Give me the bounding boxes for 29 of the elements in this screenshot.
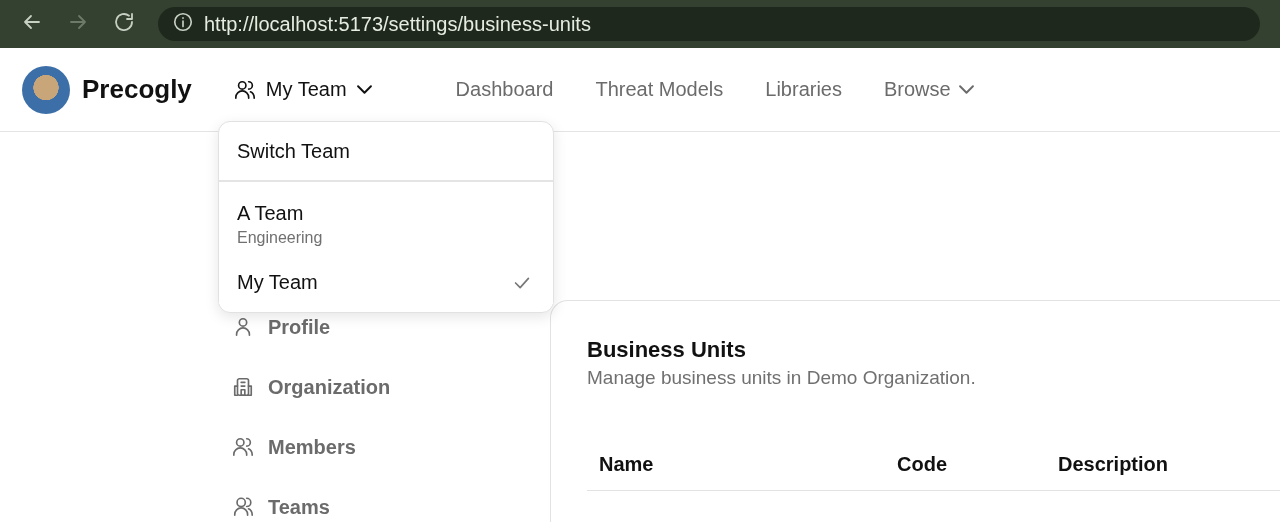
sidebar-item[interactable]: Members xyxy=(232,434,550,460)
info-icon xyxy=(172,11,194,33)
card-subtitle: Manage business units in Demo Organization. xyxy=(587,367,977,389)
sidebar-item[interactable]: Organization xyxy=(232,374,550,400)
column-header: Code xyxy=(897,453,948,476)
team-menu-item[interactable]: My Team xyxy=(219,257,553,304)
users-icon xyxy=(232,496,254,518)
owl-logo xyxy=(22,65,70,114)
sidebar-item[interactable]: Teams xyxy=(232,494,550,520)
nav-link[interactable]: Libraries xyxy=(765,78,842,101)
column-header: Name xyxy=(599,453,655,476)
nav-menu[interactable]: Browse xyxy=(884,78,974,101)
address-bar[interactable]: http://localhost:5173/settings/business-units xyxy=(158,7,1260,41)
column-header: Description xyxy=(1058,453,1170,476)
building-icon xyxy=(232,376,254,398)
chevron-down-icon xyxy=(958,85,974,94)
chevron-down-icon xyxy=(356,85,372,94)
users-icon xyxy=(233,78,256,101)
users-icon xyxy=(232,436,254,458)
nav-link[interactable]: Threat Models xyxy=(595,78,724,101)
card-title: Business Units xyxy=(587,337,747,363)
reload-icon xyxy=(112,10,136,34)
brand-name: Precogly xyxy=(82,74,192,105)
menu-title: Switch Team xyxy=(219,122,553,182)
nav-link[interactable]: Dashboard xyxy=(455,78,554,101)
team-switcher-button[interactable]: My Team xyxy=(227,74,378,105)
team-menu-item[interactable]: A Team Engineering xyxy=(219,188,553,257)
sidebar-item[interactable]: Profile xyxy=(232,314,550,340)
url-text: http://localhost:5173/settings/business-units xyxy=(204,12,591,36)
